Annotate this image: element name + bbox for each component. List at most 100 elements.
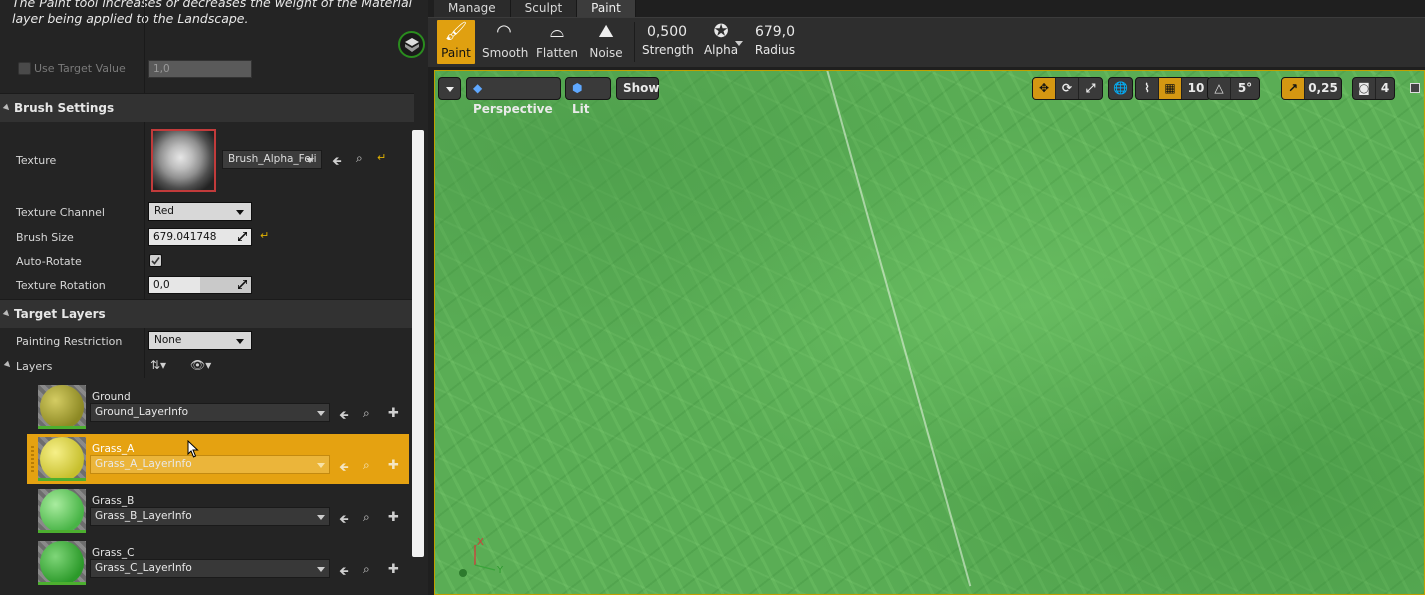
drag-handle-icon[interactable]: [31, 446, 34, 472]
world-globe-icon[interactable]: 🌐: [1109, 78, 1132, 99]
target-value-field[interactable]: 1,0: [148, 60, 252, 78]
use-selected-arrow-icon[interactable]: 🡸: [339, 406, 349, 427]
expand-arrows-icon: [238, 232, 247, 241]
paintbrush-icon: 🖌: [444, 21, 468, 42]
auto-rotate-label: Auto-Rotate: [16, 255, 82, 268]
noise-icon: ⛰: [598, 21, 614, 42]
chevron-down-icon: [236, 339, 244, 344]
perspective-button[interactable]: ◆ Perspective: [466, 77, 561, 116]
smooth-icon: ◠: [496, 21, 512, 42]
grid-snap-value[interactable]: 10: [1182, 78, 1210, 99]
layer-item-grass-a[interactable]: Grass_A Grass_A_LayerInfo 🡸 ⌕ ✚: [27, 434, 409, 484]
create-layer-info-icon[interactable]: ✚: [388, 562, 399, 577]
layer-info-picker[interactable]: Grass_B_LayerInfo: [90, 507, 330, 526]
details-panel: The Paint tool increases or decreases th…: [0, 0, 428, 595]
smooth-tool-button[interactable]: ◠ Smooth: [482, 20, 529, 64]
layer-item-grass-c[interactable]: Grass_C Grass_C_LayerInfo 🡸 ⌕ ✚: [27, 538, 409, 588]
radius-control[interactable]: 679,0 Radius: [750, 21, 800, 57]
maximize-viewport-icon[interactable]: [1410, 83, 1420, 93]
brush-settings-header[interactable]: Brush Settings: [0, 93, 414, 122]
layer-name: Grass_B: [92, 495, 135, 507]
details-scrollbar[interactable]: [412, 130, 424, 557]
use-selected-arrow-icon[interactable]: 🡸: [339, 562, 349, 583]
angle-snap-value[interactable]: 5°: [1231, 78, 1259, 99]
angle-snap-icon[interactable]: △: [1208, 78, 1231, 99]
coordinate-system-group: 🌐: [1108, 77, 1133, 100]
lit-label: Lit: [572, 102, 590, 116]
create-layer-info-icon[interactable]: ✚: [388, 406, 399, 421]
surface-snap-icon[interactable]: ⌇: [1136, 78, 1159, 99]
tab-paint[interactable]: Paint: [577, 0, 636, 17]
radius-value: 679,0: [754, 24, 796, 40]
camera-speed-value[interactable]: 4: [1376, 78, 1394, 99]
scale-snap-value[interactable]: 0,25: [1305, 78, 1341, 99]
expand-arrows-icon: [238, 280, 247, 289]
lit-button[interactable]: ⬢ Lit: [565, 77, 611, 116]
paint-tool-button[interactable]: 🖌 Paint: [437, 20, 475, 64]
layers-label: Layers: [16, 360, 53, 373]
reset-to-default-icon[interactable]: ↵: [377, 151, 386, 164]
paint-tool-label: Paint: [441, 46, 471, 60]
sort-layers-icon[interactable]: ⇅▾: [150, 358, 166, 372]
layers-row: Layers ⇅▾ 👁▾: [0, 355, 414, 377]
texture-asset-picker[interactable]: Brush_Alpha_Foli: [222, 150, 322, 169]
target-layers-header[interactable]: Target Layers: [0, 299, 414, 328]
painting-restriction-select[interactable]: None: [148, 331, 252, 350]
use-selected-arrow-icon[interactable]: 🡸: [339, 510, 349, 531]
smooth-tool-label: Smooth: [482, 46, 529, 60]
create-layer-info-icon[interactable]: ✚: [388, 458, 399, 473]
browse-search-icon[interactable]: ⌕: [356, 151, 363, 166]
show-button[interactable]: Show: [616, 77, 660, 100]
collapse-arrow-icon: [2, 309, 12, 319]
texture-rotation-slider[interactable]: 0,0: [148, 276, 252, 294]
auto-rotate-checkbox[interactable]: [149, 254, 162, 267]
camera-icon[interactable]: ◙: [1353, 78, 1376, 99]
tab-sculpt[interactable]: Sculpt: [510, 0, 578, 17]
tool-tooltip: The Paint tool increases or decreases th…: [12, 0, 413, 26]
texture-asset-name: Brush_Alpha_Foli: [228, 153, 317, 165]
browse-search-icon[interactable]: ⌕: [363, 510, 370, 525]
texture-channel-select[interactable]: Red: [148, 202, 252, 221]
landscape-mode-icon[interactable]: [398, 31, 425, 58]
scale-icon[interactable]: ⤢: [1079, 78, 1102, 99]
browse-search-icon[interactable]: ⌕: [363, 458, 370, 473]
translate-icon[interactable]: ✥: [1033, 78, 1056, 99]
alpha-control[interactable]: ✪ Alpha: [696, 21, 746, 57]
create-layer-info-icon[interactable]: ✚: [388, 510, 399, 525]
rotate-icon[interactable]: ⟳: [1056, 78, 1079, 99]
use-target-value-checkbox[interactable]: [18, 62, 31, 75]
layer-info-picker[interactable]: Grass_C_LayerInfo: [90, 559, 330, 578]
brush-size-field[interactable]: 679.041748: [148, 228, 252, 246]
layer-item-ground[interactable]: Ground Ground_LayerInfo 🡸 ⌕ ✚: [27, 382, 409, 432]
browse-search-icon[interactable]: ⌕: [363, 406, 370, 421]
layer-info-picker[interactable]: Ground_LayerInfo: [90, 403, 330, 422]
use-selected-arrow-icon[interactable]: 🡸: [332, 152, 342, 173]
scale-snap-icon[interactable]: ↗: [1282, 78, 1305, 99]
axis-y-label: Y: [497, 565, 504, 576]
noise-tool-button[interactable]: ⛰ Noise: [587, 20, 625, 64]
painting-restriction-label: Painting Restriction: [16, 335, 123, 348]
layer-thumbnail: [38, 437, 86, 481]
layer-info-name: Grass_B_LayerInfo: [95, 510, 192, 522]
layer-info-picker[interactable]: Grass_A_LayerInfo: [90, 455, 330, 474]
strength-control[interactable]: 0,500 Strength: [642, 21, 694, 57]
grid-snap-icon[interactable]: ▦: [1159, 78, 1182, 99]
mode-tabs: Manage Sculpt Paint: [434, 0, 636, 17]
layer-info-name: Grass_C_LayerInfo: [95, 562, 192, 574]
target-layers-title: Target Layers: [14, 307, 106, 321]
visibility-eye-icon[interactable]: 👁▾: [190, 358, 211, 372]
layer-item-grass-b[interactable]: Grass_B Grass_B_LayerInfo 🡸 ⌕ ✚: [27, 486, 409, 536]
tab-manage[interactable]: Manage: [434, 0, 511, 17]
level-viewport[interactable]: ◆ Perspective ⬢ Lit Show ✥ ⟳ ⤢ 🌐 ⌇ ▦ 10 …: [434, 70, 1425, 595]
reset-to-default-icon[interactable]: ↵: [260, 229, 269, 242]
layer-info-name: Grass_A_LayerInfo: [95, 458, 192, 470]
viewport-options-button[interactable]: [438, 77, 461, 100]
texture-thumbnail[interactable]: [151, 129, 216, 192]
flatten-tool-button[interactable]: ⌓ Flatten: [535, 20, 579, 64]
browse-search-icon[interactable]: ⌕: [363, 562, 370, 577]
editor-area: Manage Sculpt Paint 🖌 Paint ◠ Smooth ⌓ F…: [428, 0, 1425, 595]
use-selected-arrow-icon[interactable]: 🡸: [339, 458, 349, 479]
texture-channel-label: Texture Channel: [16, 206, 105, 219]
brush-size-label: Brush Size: [16, 231, 74, 244]
layer-name: Grass_A: [92, 443, 135, 455]
